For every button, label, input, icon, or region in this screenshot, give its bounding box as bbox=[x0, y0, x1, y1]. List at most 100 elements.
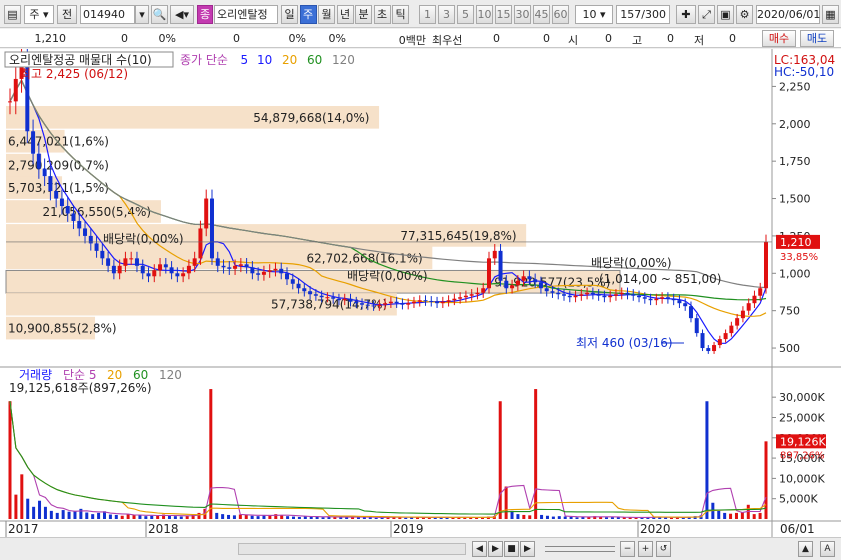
interval-button-30[interactable]: 30 bbox=[514, 5, 531, 24]
nav-button-1[interactable]: ▶ bbox=[488, 541, 503, 557]
price-legend-item: 120 bbox=[332, 53, 355, 67]
interval-button-15[interactable]: 15 bbox=[495, 5, 512, 24]
candle-body bbox=[700, 333, 705, 349]
nav-button-3[interactable]: ▶ bbox=[520, 541, 535, 557]
nav-button-4[interactable]: − bbox=[620, 541, 635, 557]
volume-bar bbox=[256, 516, 260, 519]
price-change: 0 bbox=[121, 32, 128, 45]
high-label: 고 bbox=[632, 34, 643, 47]
candle-body bbox=[313, 294, 318, 296]
market-type-select[interactable]: 주 ▾ bbox=[24, 5, 54, 24]
nav-button-2[interactable]: ■ bbox=[504, 541, 519, 557]
candle-body bbox=[475, 292, 480, 295]
price-tick-label: 500 bbox=[779, 342, 800, 355]
buy-button[interactable]: 매수 bbox=[762, 30, 796, 47]
candle-body bbox=[510, 285, 515, 289]
period-tab-1[interactable]: 주 bbox=[299, 5, 317, 24]
stock-code-dropdown-icon[interactable]: ▾ bbox=[135, 5, 149, 24]
candle-body bbox=[215, 258, 220, 266]
chart-tools-icon[interactable]: ✚ bbox=[676, 5, 696, 24]
save-icon[interactable]: ▣ bbox=[717, 5, 734, 24]
nav-button-6[interactable]: ↺ bbox=[656, 541, 671, 557]
date-input[interactable]: 2020/06/01 bbox=[756, 5, 820, 24]
volume-bar bbox=[764, 441, 768, 519]
period-tab-6[interactable]: 틱 bbox=[392, 5, 409, 24]
candle-body bbox=[452, 298, 457, 301]
priority-label: 최우선 bbox=[432, 34, 463, 47]
candle-body bbox=[371, 305, 376, 307]
period-tab-0[interactable]: 일 bbox=[281, 5, 298, 24]
candle-body bbox=[590, 292, 595, 295]
volume-bar bbox=[516, 514, 520, 519]
volume-bar bbox=[197, 512, 201, 519]
interval-button-60[interactable]: 60 bbox=[552, 5, 569, 24]
settings-icon[interactable]: ⚙ bbox=[736, 5, 753, 24]
candle-body bbox=[388, 301, 393, 304]
interval-button-45[interactable]: 45 bbox=[533, 5, 550, 24]
volume-bar bbox=[286, 516, 290, 519]
volume-legend-item: 단순 5 bbox=[63, 368, 97, 382]
volume-bar bbox=[167, 515, 171, 519]
sound-icon[interactable]: ◀▾ bbox=[170, 5, 194, 24]
low-value: 0 bbox=[729, 32, 736, 45]
amount-value: 0백만 bbox=[398, 34, 426, 47]
scroll-track[interactable] bbox=[238, 543, 466, 555]
interval-button-3[interactable]: 3 bbox=[438, 5, 455, 24]
chart-menu-icon[interactable]: ▤ bbox=[4, 5, 21, 24]
candle-body bbox=[463, 295, 468, 298]
nav-button-7[interactable]: ▲ bbox=[798, 541, 813, 557]
period-tab-5[interactable]: 초 bbox=[373, 5, 391, 24]
candle-body bbox=[688, 306, 693, 319]
high-annotation: 최고 2,425 (06/12) bbox=[20, 67, 128, 81]
volume-bar bbox=[55, 512, 59, 519]
candle-body bbox=[36, 153, 41, 169]
nav-button-5[interactable]: + bbox=[638, 541, 653, 557]
volume-bar bbox=[91, 514, 95, 519]
candle-body bbox=[377, 304, 382, 307]
price-legend-item: 5 bbox=[241, 53, 249, 67]
period-tab-2[interactable]: 월 bbox=[318, 5, 335, 24]
interval-button-1[interactable]: 1 bbox=[419, 5, 436, 24]
search-icon[interactable]: 🔍 bbox=[151, 5, 168, 24]
chart-canvas[interactable]: 2,2502,0001,7501,5001,2501,00075050030,0… bbox=[0, 45, 841, 537]
zoom-slider[interactable] bbox=[545, 546, 615, 552]
page-counter[interactable]: 157/300 bbox=[616, 5, 670, 24]
candle-body bbox=[406, 303, 411, 305]
candle-body bbox=[631, 294, 636, 296]
volume-bar bbox=[569, 516, 573, 519]
candle-body bbox=[279, 268, 284, 274]
volume-bar bbox=[504, 486, 508, 519]
compare-icon[interactable]: ⤢ bbox=[698, 5, 715, 24]
volume-profile-label: 2,790,209(0,7%) bbox=[8, 159, 109, 173]
candle-body bbox=[325, 297, 330, 299]
candle-body bbox=[209, 198, 214, 259]
candle-body bbox=[764, 241, 768, 289]
chart-area[interactable]: 2,2502,0001,7501,5001,2501,00075050030,0… bbox=[0, 45, 841, 537]
interval-button-10[interactable]: 10 bbox=[476, 5, 493, 24]
candle-body bbox=[740, 310, 745, 319]
interval-button-5[interactable]: 5 bbox=[457, 5, 474, 24]
nav-button-0[interactable]: ◀ bbox=[472, 541, 487, 557]
calendar-icon[interactable]: ▦ bbox=[822, 5, 839, 24]
current-price-percent: 33,85% bbox=[780, 252, 818, 263]
interval-select[interactable]: 10 ▾ bbox=[575, 5, 613, 24]
candle-body bbox=[267, 270, 272, 272]
volume-bar bbox=[534, 389, 538, 519]
nav-button-8[interactable]: A bbox=[820, 541, 835, 557]
candle-body bbox=[723, 333, 728, 340]
high-value: 0 bbox=[667, 32, 674, 45]
volume-bar bbox=[238, 514, 242, 519]
period-tab-4[interactable]: 분 bbox=[355, 5, 372, 24]
stock-code-input[interactable]: 014940 bbox=[80, 5, 135, 24]
candle-body bbox=[481, 288, 486, 293]
candle-body bbox=[169, 267, 174, 274]
volume-bar bbox=[138, 515, 142, 519]
volume-tick-label: 10,000K bbox=[779, 472, 825, 485]
prev-button[interactable]: 전 bbox=[57, 5, 77, 24]
volume-bar bbox=[551, 516, 555, 519]
candle-body bbox=[550, 291, 555, 293]
candle-body bbox=[567, 295, 572, 298]
period-tab-3[interactable]: 년 bbox=[336, 5, 354, 24]
stock-name-field[interactable]: 오리엔탈정 bbox=[214, 5, 278, 24]
sell-button[interactable]: 매도 bbox=[800, 30, 834, 47]
